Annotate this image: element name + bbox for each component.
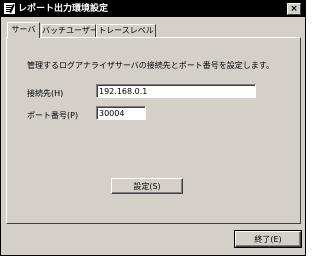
tab-trace-level[interactable]: トレースレベル bbox=[96, 24, 156, 37]
port-label: ポート番号(P) bbox=[27, 111, 79, 120]
tab-batch-user[interactable]: バッチユーザー bbox=[41, 24, 98, 37]
app-icon bbox=[4, 3, 15, 14]
title-bar[interactable]: レポート出力環境設定 × bbox=[1, 1, 305, 17]
description-text: 管理するログアナライザサーバの接続先とポート番号を設定します。 bbox=[27, 61, 274, 70]
close-icon[interactable]: × bbox=[287, 3, 301, 15]
server-tab-panel: 管理するログアナライザサーバの接続先とポート番号を設定します。 接続先(H) ポ… bbox=[6, 37, 301, 224]
port-input[interactable] bbox=[96, 106, 146, 120]
exit-button[interactable]: 終了(E) bbox=[234, 230, 302, 248]
host-label: 接続先(H) bbox=[27, 89, 64, 98]
host-input[interactable] bbox=[96, 84, 256, 98]
set-button[interactable]: 設定(S) bbox=[111, 178, 183, 194]
window-title: レポート出力環境設定 bbox=[18, 4, 109, 14]
settings-window: レポート出力環境設定 × サーバ バッチユーザー トレースレベル 管理するログア… bbox=[0, 0, 306, 256]
tab-server[interactable]: サーバ bbox=[7, 22, 40, 38]
